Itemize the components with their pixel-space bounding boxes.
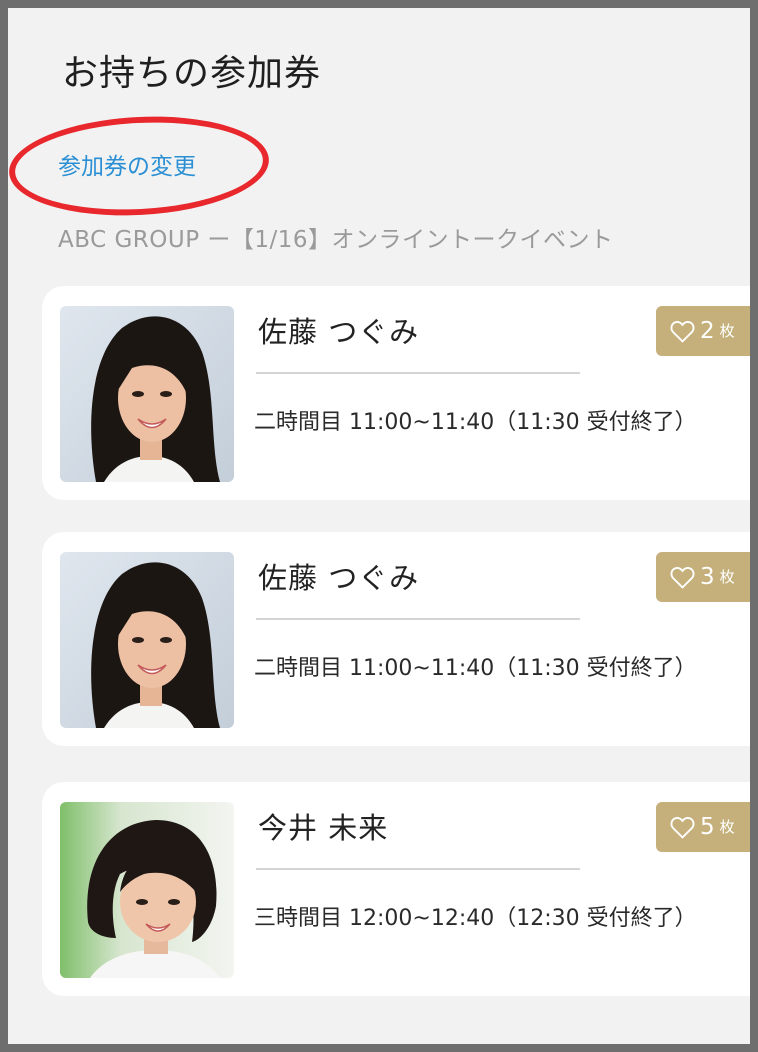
time-slot: 三時間目 12:00~12:40（12:30 受付終了） [254,906,697,931]
ticket-card[interactable]: 今井 未来 三時間目 12:00~12:40（12:30 受付終了） 5 枚 [42,782,750,996]
member-name: 今井 未来 [258,811,389,845]
member-photo [60,552,234,728]
divider [256,372,580,374]
member-photo [60,802,234,978]
ticket-count-badge: 2 枚 [656,306,750,356]
heart-outline-icon [670,320,695,343]
ticket-card[interactable]: 佐藤 つぐみ 二時間目 11:00~11:40（11:30 受付終了） 3 枚 [42,532,750,746]
member-name: 佐藤 つぐみ [258,315,420,349]
divider [256,618,580,620]
ticket-unit: 枚 [719,322,735,340]
ticket-count-badge: 5 枚 [656,802,750,852]
ticket-unit: 枚 [719,568,735,586]
ticket-list-screen: お持ちの参加券 参加券の変更 ABC GROUP ー【1/16】オンライントーク… [8,8,750,1044]
ticket-count: 5 [700,814,715,840]
ticket-count: 2 [700,318,715,344]
heart-outline-icon [670,566,695,589]
change-ticket-link[interactable]: 参加券の変更 [58,151,196,183]
member-photo [60,306,234,482]
ticket-unit: 枚 [719,818,735,836]
time-slot: 二時間目 11:00~11:40（11:30 受付終了） [254,656,697,681]
member-name: 佐藤 つぐみ [258,561,420,595]
divider [256,868,580,870]
heart-outline-icon [670,816,695,839]
ticket-count: 3 [700,564,715,590]
ticket-card[interactable]: 佐藤 つぐみ 二時間目 11:00~11:40（11:30 受付終了） 2 枚 [42,286,750,500]
ticket-count-badge: 3 枚 [656,552,750,602]
time-slot: 二時間目 11:00~11:40（11:30 受付終了） [254,410,697,435]
page-title: お持ちの参加券 [62,53,322,94]
event-name: ABC GROUP ー【1/16】オンライントークイベント [58,227,614,253]
